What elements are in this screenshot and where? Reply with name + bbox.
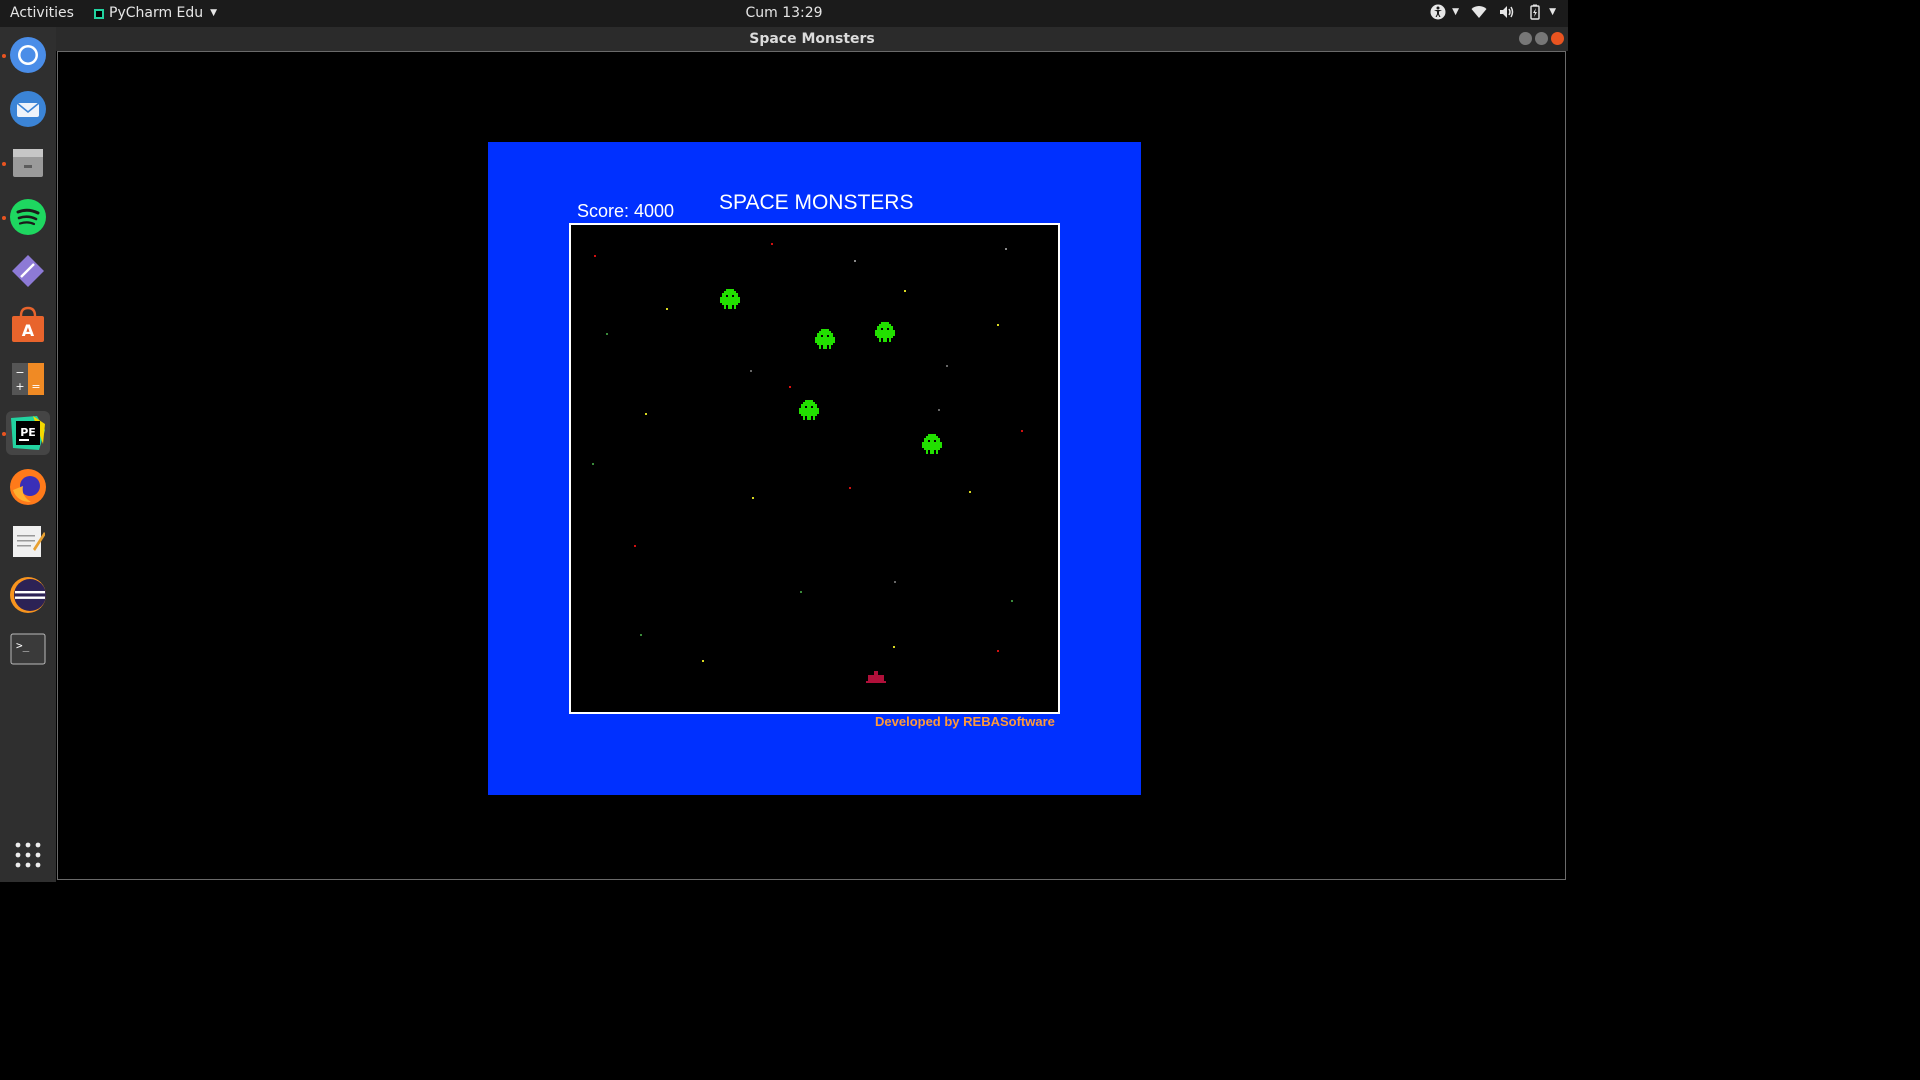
star	[997, 650, 999, 652]
top-bar: Activities PyCharm Edu ▼ Cum 13:29 ▼ ▼	[0, 0, 1568, 27]
space-monster	[815, 329, 835, 349]
space-monster	[875, 322, 895, 342]
accessibility-icon[interactable]	[1430, 4, 1446, 20]
star	[634, 545, 636, 547]
game-title: SPACE MONSTERS	[719, 191, 914, 214]
developer-credit: Developed by REBASoftware	[875, 714, 1055, 729]
chromium-launcher[interactable]	[6, 33, 50, 77]
star	[854, 260, 856, 262]
player-ship	[866, 671, 886, 683]
battery-icon[interactable]	[1527, 4, 1543, 20]
space-monster	[720, 289, 740, 309]
firefox-launcher[interactable]	[6, 465, 50, 509]
star	[645, 413, 647, 415]
editor-launcher[interactable]	[6, 249, 50, 293]
svg-text:PE: PE	[20, 426, 36, 439]
star	[893, 646, 895, 648]
eclipse-launcher[interactable]	[6, 573, 50, 617]
spotify-launcher[interactable]	[6, 195, 50, 239]
files-launcher[interactable]	[6, 141, 50, 185]
score-label: Score: 4000	[577, 201, 675, 221]
space-monster	[922, 434, 942, 454]
star	[849, 487, 851, 489]
calculator-icon: − + =	[12, 363, 44, 395]
software-center-launcher[interactable]: A	[6, 303, 50, 347]
star	[771, 243, 773, 245]
clock[interactable]: Cum 13:29	[0, 5, 1568, 21]
window-titlebar[interactable]: Space Monsters	[56, 27, 1568, 51]
star	[997, 324, 999, 326]
shopping-bag-icon: A	[12, 306, 44, 342]
pycharm-edu-icon: PE	[11, 416, 45, 450]
star	[1011, 600, 1013, 602]
notepad-icon	[13, 526, 45, 557]
terminal-launcher[interactable]: >_	[6, 627, 50, 671]
running-indicator	[2, 216, 6, 220]
star	[904, 290, 906, 292]
svg-text:+: +	[15, 380, 24, 393]
pycharm-edu-launcher[interactable]: PE	[6, 411, 50, 455]
star	[702, 660, 704, 662]
star	[969, 491, 971, 493]
star	[789, 386, 791, 388]
system-tray[interactable]: ▼ ▼	[1430, 4, 1556, 20]
svg-text:>_: >_	[16, 639, 30, 652]
svg-text:−: −	[15, 366, 24, 379]
calculator-launcher[interactable]: − + =	[6, 357, 50, 401]
star	[1005, 248, 1007, 250]
star	[750, 370, 752, 372]
star	[592, 463, 594, 465]
file-cabinet-icon	[13, 149, 43, 177]
window-controls	[1519, 32, 1564, 45]
diamond-icon	[12, 255, 44, 287]
running-indicator	[2, 162, 6, 166]
star	[946, 365, 948, 367]
svg-text:=: =	[31, 380, 40, 393]
star	[752, 497, 754, 499]
chevron-down-icon: ▼	[1549, 7, 1556, 17]
text-editor-launcher[interactable]	[6, 519, 50, 563]
space-monster	[799, 400, 819, 420]
show-applications-button[interactable]	[6, 833, 50, 877]
dock: A − + = PE >_	[0, 27, 56, 882]
terminal-icon: >_	[10, 633, 46, 665]
star	[594, 255, 596, 257]
firefox-icon	[10, 469, 46, 505]
star	[938, 409, 940, 411]
star	[640, 634, 642, 636]
star	[666, 308, 668, 310]
star	[800, 591, 802, 593]
running-indicator	[2, 432, 6, 436]
thunderbird-launcher[interactable]	[6, 87, 50, 131]
game-arena[interactable]	[569, 223, 1060, 714]
window-title: Space Monsters	[749, 31, 875, 47]
spotify-icon	[10, 199, 46, 235]
svg-text:A: A	[22, 321, 35, 340]
chromium-icon	[10, 37, 46, 73]
wifi-icon[interactable]	[1471, 4, 1487, 20]
close-button[interactable]	[1551, 32, 1564, 45]
star	[894, 581, 896, 583]
app-grid-icon	[15, 842, 41, 868]
minimize-button[interactable]	[1519, 32, 1532, 45]
eclipse-icon	[10, 577, 46, 613]
star	[1021, 430, 1023, 432]
running-indicator	[2, 54, 6, 58]
chevron-down-icon: ▼	[1452, 7, 1460, 17]
star	[606, 333, 608, 335]
volume-icon[interactable]	[1499, 4, 1515, 20]
maximize-button[interactable]	[1535, 32, 1548, 45]
thunderbird-icon	[10, 91, 46, 127]
